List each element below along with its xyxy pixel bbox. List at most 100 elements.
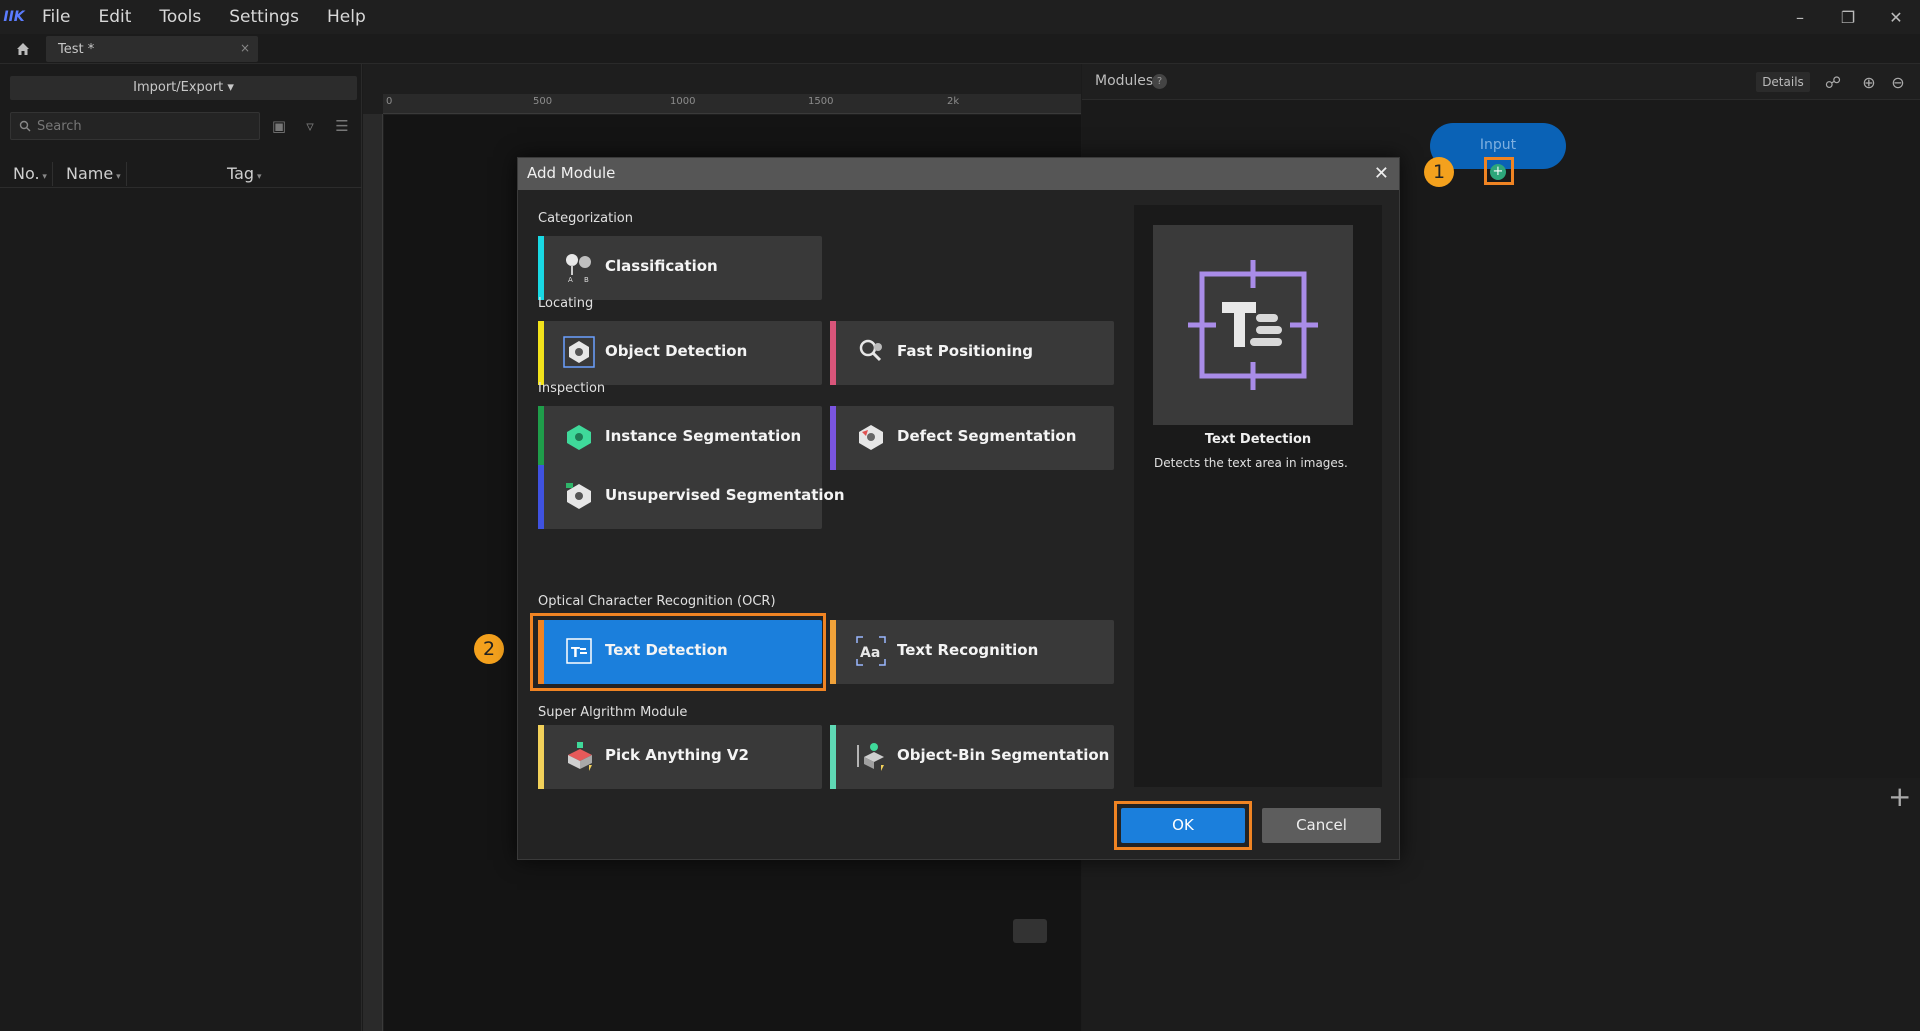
window-controls: – ❐ ✕ bbox=[1776, 0, 1920, 34]
module-text-recognition[interactable]: Aa Text Recognition bbox=[830, 620, 1114, 684]
details-button[interactable]: Details bbox=[1756, 72, 1810, 92]
menu-file[interactable]: File bbox=[28, 0, 84, 34]
app-logo-icon: IIK bbox=[3, 9, 25, 25]
section-label-locating: Locating bbox=[538, 296, 594, 311]
module-label: Classification bbox=[605, 257, 718, 275]
cancel-button[interactable]: Cancel bbox=[1262, 808, 1381, 843]
keyboard-icon[interactable] bbox=[1013, 919, 1047, 943]
module-label: Text Recognition bbox=[897, 641, 1039, 659]
svg-text:T: T bbox=[571, 646, 580, 661]
column-divider bbox=[52, 162, 53, 186]
tab-label: Test * bbox=[58, 41, 95, 57]
module-label: Object Detection bbox=[605, 342, 748, 360]
dialog-title-bar: Add Module ✕ bbox=[518, 158, 1399, 190]
module-defect-segmentation[interactable]: Defect Segmentation bbox=[830, 406, 1114, 470]
import-export-button[interactable]: Import/Export ▾ bbox=[10, 76, 357, 100]
svg-text:Aa: Aa bbox=[860, 645, 880, 661]
close-window-icon[interactable]: ✕ bbox=[1872, 0, 1920, 34]
zoom-in-icon[interactable]: ⊕ bbox=[1858, 71, 1880, 93]
module-object-bin-segmentation[interactable]: Object-Bin Segmentation bbox=[830, 725, 1114, 789]
search-placeholder: Search bbox=[37, 118, 82, 134]
menu-help[interactable]: Help bbox=[313, 0, 380, 34]
search-input[interactable]: Search bbox=[10, 112, 260, 140]
ruler-tick: 1000 bbox=[670, 96, 696, 107]
home-icon[interactable] bbox=[12, 38, 34, 60]
fast-positioning-icon bbox=[854, 335, 888, 369]
column-name[interactable]: Name ▾ bbox=[66, 164, 121, 183]
zoom-out-icon[interactable]: ⊖ bbox=[1887, 71, 1909, 93]
step-marker-1: 1 bbox=[1424, 157, 1454, 187]
column-tag[interactable]: Tag ▾ bbox=[227, 164, 261, 183]
module-object-detection[interactable]: Object Detection bbox=[538, 321, 822, 385]
module-label: Defect Segmentation bbox=[897, 427, 1077, 445]
accent-bar bbox=[830, 725, 836, 789]
close-icon[interactable]: ✕ bbox=[1374, 163, 1389, 184]
menu-settings[interactable]: Settings bbox=[215, 0, 313, 34]
highlight-box bbox=[1484, 157, 1514, 185]
module-label: Fast Positioning bbox=[897, 342, 1034, 360]
object-detection-icon bbox=[562, 335, 596, 369]
module-unsupervised-segmentation[interactable]: Unsupervised Segmentation bbox=[538, 465, 845, 529]
help-icon[interactable]: ? bbox=[1152, 74, 1167, 89]
add-module-dialog: Add Module ✕ Categorization AB Classific… bbox=[517, 157, 1400, 860]
classification-icon: AB bbox=[562, 250, 596, 284]
ruler-top: 0 500 1000 1500 2k bbox=[383, 94, 1081, 114]
filter-icon[interactable]: ▿ bbox=[299, 116, 321, 136]
section-label-super-algorithm: Super Algrithm Module bbox=[538, 705, 688, 720]
module-label: Instance Segmentation bbox=[605, 427, 802, 445]
tab-test[interactable]: Test * × bbox=[46, 36, 258, 62]
accent-bar bbox=[538, 406, 544, 470]
accent-bar bbox=[538, 236, 544, 300]
tab-bar: Test * × bbox=[0, 34, 1920, 64]
section-label-inspection: Inspection bbox=[538, 381, 606, 396]
module-label: Unsupervised Segmentation bbox=[605, 486, 845, 504]
accent-bar bbox=[538, 725, 544, 789]
module-label: Pick Anything V2 bbox=[605, 746, 749, 764]
module-label: Object-Bin Segmentation bbox=[897, 746, 1110, 764]
accent-bar bbox=[830, 321, 836, 385]
ruler-tick: 2k bbox=[947, 96, 960, 107]
column-no[interactable]: No. ▾ bbox=[13, 164, 47, 183]
module-instance-segmentation[interactable]: Instance Segmentation bbox=[538, 406, 822, 470]
add-icon[interactable]: + bbox=[1888, 780, 1911, 813]
text-detection-icon: T bbox=[562, 634, 596, 668]
accent-bar bbox=[538, 620, 544, 684]
unsupervised-segmentation-icon bbox=[562, 479, 596, 513]
column-divider bbox=[126, 162, 127, 186]
ruler-tick: 0 bbox=[386, 96, 393, 107]
module-label: Text Detection bbox=[605, 641, 728, 659]
ruler-left bbox=[363, 114, 383, 1031]
minimize-icon[interactable]: – bbox=[1776, 0, 1824, 34]
module-classification[interactable]: AB Classification bbox=[538, 236, 822, 300]
hierarchy-icon[interactable]: ☍ bbox=[1822, 71, 1844, 93]
module-pick-anything-v2[interactable]: Pick Anything V2 bbox=[538, 725, 822, 789]
accent-bar bbox=[538, 465, 544, 529]
preview-title: Text Detection bbox=[1204, 432, 1312, 447]
restore-icon[interactable]: ❐ bbox=[1824, 0, 1872, 34]
menu-bar: IIK File Edit Tools Settings Help – ❐ ✕ bbox=[0, 0, 1920, 34]
svg-text:B: B bbox=[584, 276, 589, 284]
section-label-ocr: Optical Character Recognition (OCR) bbox=[538, 594, 776, 609]
menu-edit[interactable]: Edit bbox=[84, 0, 145, 34]
close-tab-icon[interactable]: × bbox=[240, 41, 250, 55]
list-view-icon[interactable]: ☰ bbox=[331, 116, 353, 136]
ok-button[interactable]: OK bbox=[1121, 808, 1245, 843]
dialog-title: Add Module bbox=[527, 164, 616, 182]
text-detection-preview-icon bbox=[1153, 225, 1353, 425]
ruler-tick: 500 bbox=[533, 96, 553, 107]
module-fast-positioning[interactable]: Fast Positioning bbox=[830, 321, 1114, 385]
ruler-tick: 1500 bbox=[808, 96, 834, 107]
object-bin-segmentation-icon bbox=[854, 739, 888, 773]
list-header: No. ▾ Name ▾ Tag ▾ bbox=[0, 160, 362, 188]
svg-text:A: A bbox=[568, 276, 573, 284]
accent-bar bbox=[830, 406, 836, 470]
image-filter-icon[interactable]: ▣ bbox=[268, 116, 290, 136]
modules-header: Modules ? Details ☍ ⊕ ⊖ bbox=[1082, 64, 1920, 100]
accent-bar bbox=[538, 321, 544, 385]
module-preview: Text Detection Detects the text area in … bbox=[1134, 205, 1382, 787]
instance-segmentation-icon bbox=[562, 420, 596, 454]
menu-tools[interactable]: Tools bbox=[145, 0, 215, 34]
pick-anything-icon bbox=[562, 739, 596, 773]
module-text-detection[interactable]: T Text Detection bbox=[538, 620, 822, 684]
preview-description: Detects the text area in images. bbox=[1154, 456, 1348, 470]
